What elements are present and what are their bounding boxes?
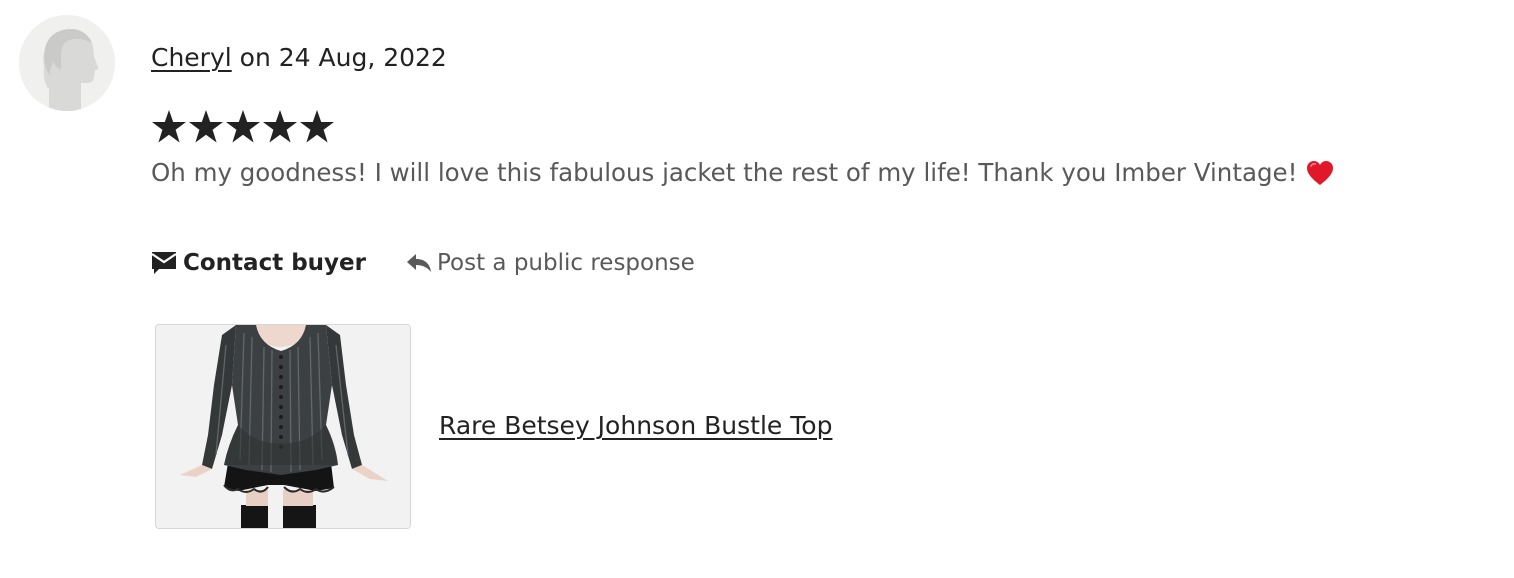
reviewer-avatar[interactable]: [19, 15, 115, 111]
message-icon: [151, 252, 177, 274]
review-date: on 24 Aug, 2022: [239, 43, 447, 72]
star-icon: [226, 110, 260, 143]
heart-emoji-icon: [1307, 161, 1334, 185]
review-actions: Contact buyer Post a public response: [151, 247, 695, 279]
post-public-response-button[interactable]: Post a public response: [406, 247, 695, 279]
review-header: Cheryl on 24 Aug, 2022: [151, 42, 447, 74]
default-user-avatar-icon: [19, 15, 115, 111]
listing-title-link[interactable]: Rare Betsey Johnson Bustle Top: [439, 410, 832, 442]
star-icon: [152, 110, 186, 143]
listing-thumbnail[interactable]: [155, 324, 411, 529]
reply-arrow-icon: [406, 254, 431, 272]
listing-photo: [156, 325, 410, 528]
star-rating: [151, 108, 335, 146]
star-icon: [189, 110, 223, 143]
star-icon: [263, 110, 297, 143]
post-public-response-label: Post a public response: [436, 250, 695, 276]
contact-buyer-label: Contact buyer: [183, 250, 366, 276]
review-body: Oh my goodness! I will love this fabulou…: [151, 158, 1298, 187]
contact-buyer-button[interactable]: Contact buyer: [151, 247, 366, 279]
star-icon: [300, 110, 334, 143]
review-text: Oh my goodness! I will love this fabulou…: [151, 157, 1335, 189]
reviewer-name-link[interactable]: Cheryl: [151, 43, 232, 72]
